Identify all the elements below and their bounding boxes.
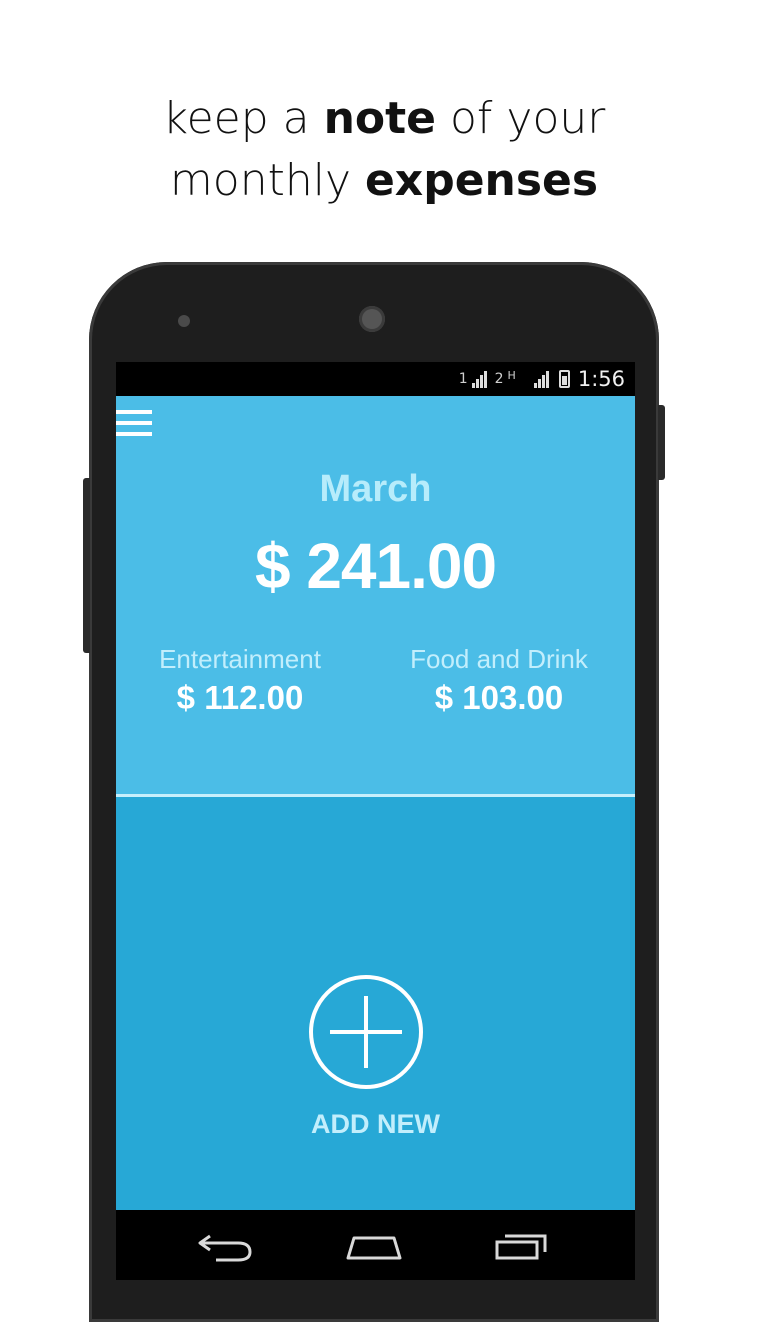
add-new-button[interactable]: ADD NEW: [116, 1109, 635, 1140]
status-bar: 1 2 H 1:56: [116, 362, 635, 396]
category-value: $ 103.00: [434, 679, 564, 716]
headline-text: keep a: [162, 93, 324, 144]
sim2-label: 2: [494, 371, 504, 387]
category-label: Entertainment: [159, 644, 321, 674]
signal-icon: [533, 370, 549, 388]
month-title: March: [319, 468, 432, 510]
headline-bold: note: [323, 93, 437, 144]
headline: keep a note of your monthly expenses: [0, 88, 768, 212]
headline-line-1: keep a note of your: [0, 88, 768, 150]
phone-power-button: [658, 405, 665, 480]
status-icons: 1 2 H 1:56: [459, 366, 625, 392]
navigation-bar: [116, 1210, 635, 1280]
battery-icon: [558, 370, 570, 388]
home-icon[interactable]: [334, 1224, 414, 1264]
headline-text: monthly: [169, 155, 365, 206]
total-amount: $ 241.00: [254, 530, 497, 602]
category-value: $ 112.00: [176, 679, 304, 716]
category-summary: Entertainment $ 112.00: [120, 644, 360, 717]
category-label: Food and Drink: [410, 644, 588, 674]
headline-text: of your: [436, 93, 606, 144]
back-arrow-icon[interactable]: [186, 1224, 266, 1264]
status-time: 1:56: [577, 367, 625, 391]
phone-speaker: [178, 315, 190, 327]
signal-icon: [471, 370, 487, 388]
network-type: H: [507, 368, 516, 382]
phone-screen: 1 2 H 1:56 March $ 241.00 Entertainment …: [116, 362, 635, 1280]
sim1-label: 1: [458, 371, 468, 387]
hamburger-menu-icon[interactable]: [116, 406, 154, 440]
phone-camera: [359, 306, 385, 332]
recent-apps-icon[interactable]: [479, 1224, 559, 1264]
phone-volume-button: [83, 478, 90, 653]
plus-circle-icon[interactable]: [309, 975, 423, 1089]
headline-bold: expenses: [364, 155, 599, 206]
category-summary: Food and Drink $ 103.00: [379, 644, 619, 717]
add-expense-panel: ADD NEW: [116, 797, 635, 1210]
monthly-summary-panel: March $ 241.00 Entertainment $ 112.00 Fo…: [116, 396, 635, 794]
headline-line-2: monthly expenses: [0, 150, 768, 212]
